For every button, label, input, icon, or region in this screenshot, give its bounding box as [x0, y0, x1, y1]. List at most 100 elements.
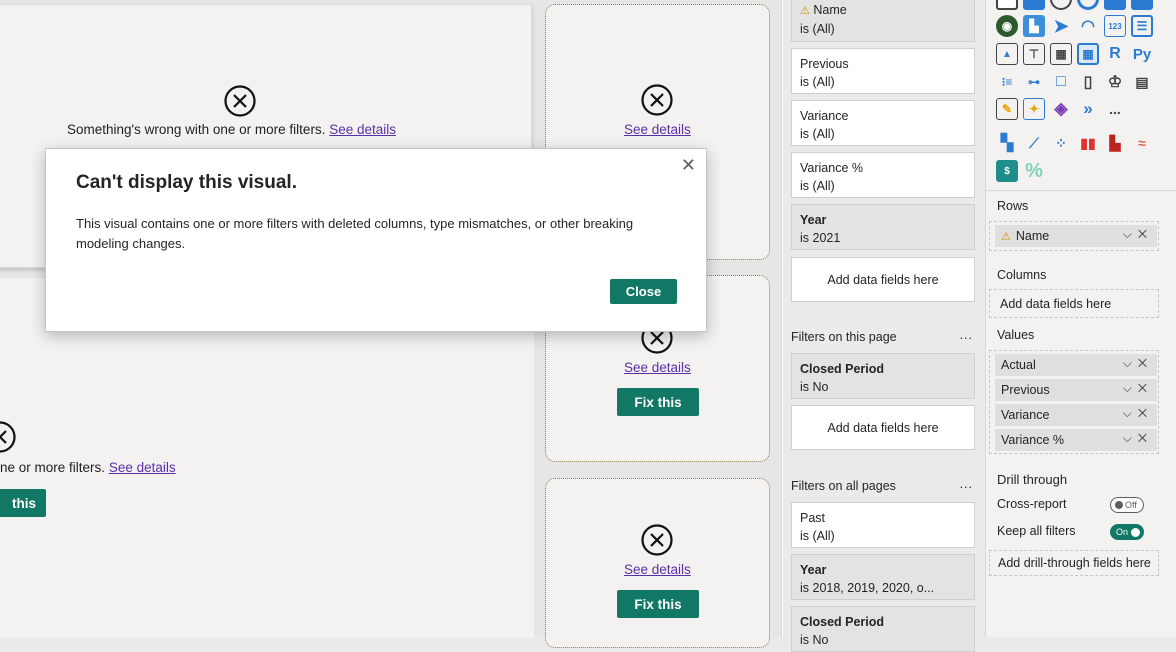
bar-chart-icon[interactable]: ▮▮	[1077, 132, 1099, 154]
chart-icon[interactable]	[1023, 0, 1045, 10]
columns-well[interactable]: Add data fields here	[989, 289, 1159, 318]
filter-card-name[interactable]: ⚠ Name is (All)	[791, 0, 975, 42]
percent-icon[interactable]: %	[1023, 160, 1045, 182]
key-influencers-icon[interactable]: ⁝≡	[996, 71, 1018, 93]
values-field[interactable]: Previous ⌵✕	[995, 379, 1157, 401]
filter-card-closed-period-all[interactable]: Closed Period is No	[791, 606, 975, 652]
slicer-icon[interactable]: ⊤	[1023, 43, 1045, 65]
fix-this-button[interactable]: Fix this	[617, 590, 699, 618]
more-icon[interactable]: ...	[1104, 98, 1126, 120]
close-button[interactable]: Close	[610, 279, 677, 304]
section-title: Filters on all pages	[791, 479, 896, 493]
see-details-link[interactable]: See details	[329, 122, 396, 137]
filter-card-title: Year	[800, 213, 827, 227]
values-field[interactable]: Variance ⌵✕	[995, 404, 1157, 426]
visual-bottom-left[interactable]: ne or more filters. See details this	[0, 278, 534, 638]
add-data-fields-visual[interactable]: Add data fields here	[791, 257, 975, 302]
scatter-icon[interactable]: ⁘	[1050, 132, 1072, 154]
filter-card-year-all[interactable]: Year is 2018, 2019, 2020, o...	[791, 554, 975, 600]
field-controls[interactable]: ⌵✕	[1123, 406, 1153, 421]
map-icon[interactable]: ◉	[996, 15, 1018, 37]
error-text: ne or more filters.	[0, 460, 106, 475]
values-well[interactable]: Actual ⌵✕ Previous ⌵✕ Variance ⌵✕ Variance …	[989, 350, 1159, 454]
filter-card-variance[interactable]: Variance is (All)	[791, 100, 975, 146]
values-field[interactable]: Actual ⌵✕	[995, 354, 1157, 376]
multirow-card-icon[interactable]: ☰	[1131, 15, 1153, 37]
field-controls[interactable]: ⌵✕	[1123, 381, 1153, 396]
smart-narrative-icon[interactable]: ✎	[996, 98, 1018, 120]
section-title: Filters on this page	[791, 330, 897, 344]
report-icon[interactable]: ▤	[1131, 71, 1153, 93]
see-details-link[interactable]: See details	[624, 122, 691, 137]
cant-display-dialog: ✕ Can't display this visual. This visual…	[45, 148, 707, 332]
power-automate-icon[interactable]: ◈	[1050, 98, 1072, 120]
filter-card-variance-pct[interactable]: Variance % is (All)	[791, 152, 975, 198]
visualizations-pane: ◉ ▙ ➤ ◠ 123 ☰ ▲ ⊤ ▦ ▦ R Py ⁝≡ ⊶ □ ▯ ♔ ▤ …	[985, 0, 1176, 637]
filter-card-closed-period[interactable]: Closed Period is No	[791, 353, 975, 399]
ribbon-icon[interactable]: ≈	[1131, 132, 1153, 154]
see-details-link[interactable]: See details	[109, 460, 176, 475]
filters-all-header: Filters on all pages ...	[791, 477, 975, 493]
rows-field-name[interactable]: ⚠ Name ⌵✕	[995, 225, 1157, 247]
values-field[interactable]: Variance % ⌵✕	[995, 429, 1157, 451]
cross-report-toggle[interactable]: Off	[1110, 497, 1144, 513]
filter-card-value: is (All)	[800, 179, 835, 193]
filter-card-year[interactable]: Year is 2021	[791, 204, 975, 250]
power-automate-flow-icon[interactable]: »	[1077, 98, 1099, 120]
kpi-icon[interactable]: ▲	[996, 43, 1018, 65]
matrix-icon[interactable]: ▦	[1077, 43, 1099, 65]
rows-well[interactable]: ⚠ Name ⌵✕	[989, 221, 1159, 251]
keep-filters-label: Keep all filters	[997, 524, 1076, 538]
close-icon[interactable]: ✕	[681, 155, 696, 176]
more-options-icon[interactable]: ...	[960, 328, 973, 342]
table-calc-icon[interactable]: $	[996, 160, 1018, 182]
fix-this-button[interactable]: this	[0, 489, 46, 517]
card-icon[interactable]: 123	[1104, 15, 1126, 37]
add-data-fields-page[interactable]: Add data fields here	[791, 405, 975, 450]
gauge-icon[interactable]: ◠	[1077, 15, 1099, 37]
chart-icon[interactable]	[1077, 0, 1099, 10]
r-visual-icon[interactable]: R	[1104, 43, 1126, 65]
more-options-icon[interactable]: ...	[960, 477, 973, 491]
paginated-report-icon[interactable]: ▯	[1077, 71, 1099, 93]
visual-side-bottom[interactable]: See details Fix this	[545, 478, 770, 648]
dialog-title: Can't display this visual.	[76, 172, 297, 193]
chart-icon[interactable]	[996, 0, 1018, 10]
qa-icon[interactable]: □	[1050, 71, 1072, 93]
drill-through-well[interactable]: Add drill-through fields here	[989, 550, 1159, 576]
python-visual-icon[interactable]: Py	[1131, 43, 1153, 65]
filter-card-value: is No	[800, 633, 829, 647]
warning-icon: ⚠	[800, 5, 810, 17]
custom-visual-1-icon[interactable]: ▚	[996, 132, 1018, 154]
chart-icon[interactable]	[1131, 0, 1153, 10]
filter-card-value: is (All)	[800, 127, 835, 141]
waterfall-icon[interactable]: ▙	[1104, 132, 1126, 154]
filter-card-value: is (All)	[800, 529, 835, 543]
drill-through-label: Drill through	[997, 472, 1068, 487]
keep-filters-toggle[interactable]: On	[1110, 524, 1144, 540]
table-icon[interactable]: ▦	[1050, 43, 1072, 65]
see-details-link[interactable]: See details	[624, 562, 691, 577]
azure-map-icon[interactable]: ➤	[1050, 15, 1072, 37]
dialog-body: This visual contains one or more filters…	[76, 216, 634, 251]
see-details-link[interactable]: See details	[624, 360, 691, 375]
line-chart-icon[interactable]: ⟋	[1023, 132, 1045, 154]
filter-card-past[interactable]: Past is (All)	[791, 502, 975, 548]
filter-card-value: is (All)	[800, 22, 835, 36]
decomposition-tree-icon[interactable]: ⊶	[1023, 71, 1045, 93]
filled-map-icon[interactable]: ▙	[1023, 15, 1045, 37]
trophy-icon[interactable]: ♔	[1104, 71, 1126, 93]
cross-report-label: Cross-report	[997, 497, 1067, 511]
filter-card-title: Variance %	[800, 161, 863, 175]
field-controls[interactable]: ⌵✕	[1123, 431, 1153, 446]
chart-icon[interactable]	[1050, 0, 1072, 10]
filter-card-title: Closed Period	[800, 362, 885, 376]
filters-page-header: Filters on this page ...	[791, 328, 975, 344]
field-controls[interactable]: ⌵✕	[1123, 356, 1153, 371]
fix-this-button[interactable]: Fix this	[617, 388, 699, 416]
chart-icon[interactable]	[1104, 0, 1126, 10]
field-controls[interactable]: ⌵✕	[1123, 227, 1153, 242]
power-apps-icon[interactable]: ✦	[1023, 98, 1045, 120]
filter-card-previous[interactable]: Previous is (All)	[791, 48, 975, 94]
values-label: Values	[997, 328, 1035, 342]
